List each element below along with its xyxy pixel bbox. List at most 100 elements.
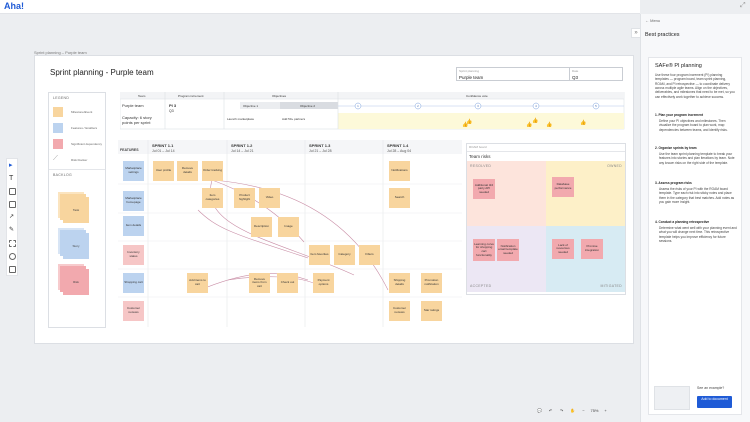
story-sticky[interactable]: Promotion notification bbox=[421, 273, 442, 293]
objective-1-text[interactable]: Launch marketplace bbox=[227, 117, 254, 121]
card-title: SAFe® PI planning bbox=[655, 63, 702, 69]
increment-header: Program increment bbox=[178, 94, 204, 98]
sprint-dates: Jul 21 – Jul 28 bbox=[309, 149, 332, 153]
date-field[interactable]: Date Q3 bbox=[569, 67, 623, 81]
undo-icon[interactable]: ↶ bbox=[545, 408, 556, 413]
menu-link[interactable]: ← Menu bbox=[645, 18, 660, 23]
sprint-name: SPRINT 1.1 bbox=[152, 143, 174, 148]
team-field[interactable]: Sprint planning Purple team bbox=[456, 67, 570, 81]
example-label: See an example? bbox=[697, 386, 725, 390]
menu-label: Menu bbox=[650, 18, 661, 23]
story-sticky[interactable]: Shipping details bbox=[389, 273, 410, 293]
story-sticky[interactable]: Item categories bbox=[202, 188, 223, 208]
quadrant-owned: OWNED bbox=[607, 164, 622, 168]
story-sticky[interactable]: Customer reviews bbox=[389, 301, 410, 321]
frame-icon[interactable] bbox=[9, 240, 16, 247]
story-sticky[interactable]: Image bbox=[278, 217, 299, 237]
quadrant-resolved: RESOLVED bbox=[470, 164, 492, 168]
add-to-document-button[interactable]: Add to document bbox=[697, 396, 732, 408]
sprint-name: SPRINT 1.3 bbox=[309, 143, 331, 148]
step-body: Define your PI objectives and milestones… bbox=[659, 119, 728, 132]
team-capacity[interactable]: Capacity: 6 story points per sprint bbox=[122, 115, 162, 125]
example-thumbnail[interactable] bbox=[654, 386, 690, 410]
story-sticky[interactable]: Description bbox=[251, 217, 272, 237]
template-card: SAFe® PI planning Use these four program… bbox=[648, 57, 742, 415]
quadrant-mitigated: MITIGATED bbox=[600, 284, 622, 288]
feature-sticky[interactable]: Inventory status bbox=[123, 245, 144, 265]
canvas-controls: 💬 ↶ ↷ ✋ − 75% + bbox=[534, 404, 628, 416]
step-title: 4. Conduct a planning retrospective bbox=[655, 220, 710, 224]
team-name[interactable]: Purple team bbox=[122, 103, 144, 108]
story-sticky[interactable]: Filters bbox=[359, 245, 380, 265]
page-title: Sprint planning - Purple team bbox=[50, 68, 154, 77]
roam-board[interactable]: ROAM board Team risks RESOLVED OWNED ACC… bbox=[466, 143, 626, 295]
sprint-header: SPRINT 1.3 Jul 21 – Jul 28 bbox=[307, 143, 383, 155]
backlog-task-stack[interactable]: Task bbox=[63, 197, 89, 223]
risk-sticky[interactable]: Lack of resources needed bbox=[552, 239, 574, 259]
select-icon[interactable]: ▸ bbox=[9, 162, 16, 169]
story-sticky[interactable]: Order tracking bbox=[202, 161, 223, 181]
step-title: 2. Organize sprints by team bbox=[655, 146, 697, 150]
story-sticky[interactable]: Video bbox=[259, 188, 280, 208]
story-sticky[interactable]: User profile bbox=[153, 161, 174, 181]
legend-item: Significant dependency bbox=[71, 142, 103, 146]
card-intro: Use these four program increment (PI) pl… bbox=[655, 73, 735, 99]
objective-2-text[interactable]: Add 50+ partners bbox=[282, 117, 305, 121]
text-icon[interactable]: T bbox=[9, 175, 16, 182]
feature-sticky[interactable]: Shopping cart bbox=[123, 273, 144, 293]
legend-item: Milestone/Event bbox=[71, 110, 93, 114]
story-sticky[interactable]: Payment options bbox=[313, 273, 334, 293]
redo-icon[interactable]: ↷ bbox=[556, 408, 567, 413]
feature-sticky[interactable]: Marketplace homepage bbox=[123, 191, 144, 211]
sticky-note-icon[interactable] bbox=[9, 201, 16, 208]
risk-sticky[interactable]: Learning curve for shopping cart functio… bbox=[473, 239, 495, 261]
panel-heading: Best practices bbox=[645, 32, 680, 38]
feature-sticky[interactable]: Item details bbox=[123, 216, 144, 236]
rectangle-icon[interactable] bbox=[9, 188, 16, 195]
legend-swatch-milestone bbox=[53, 107, 63, 117]
features-label: FEATURES bbox=[120, 148, 139, 152]
pi-label: PI 3 bbox=[169, 103, 177, 108]
story-sticky[interactable]: Search bbox=[389, 188, 410, 208]
aha-logo[interactable]: Aha! bbox=[4, 1, 24, 11]
story-sticky[interactable]: Star ratings bbox=[421, 301, 442, 321]
sprint-header: SPRINT 1.1 Jul 01 – Jul 14 bbox=[150, 143, 226, 155]
story-sticky[interactable]: Remove details bbox=[177, 161, 198, 181]
story-sticky[interactable]: Item favorites bbox=[309, 245, 330, 265]
hand-icon[interactable]: ✋ bbox=[567, 408, 578, 413]
image-icon[interactable] bbox=[9, 266, 16, 273]
story-sticky[interactable]: Check out bbox=[277, 273, 298, 293]
risk-sticky[interactable]: Additional 3rd party API needed bbox=[473, 179, 495, 199]
backlog-risk-stack[interactable]: Risk bbox=[63, 269, 89, 295]
drawing-toolbar: ▸ T ↗ ✎ bbox=[6, 158, 18, 276]
legend-item: Features / Enablers bbox=[71, 126, 98, 130]
team-header: Team bbox=[138, 94, 146, 98]
backlog-story-stack[interactable]: Story bbox=[63, 233, 89, 259]
pen-icon[interactable]: ✎ bbox=[9, 227, 16, 234]
story-sticky[interactable]: Product highlight bbox=[234, 188, 255, 208]
collapse-panel-icon[interactable]: » bbox=[631, 28, 641, 38]
risk-sticky[interactable]: Notification email template needed bbox=[497, 239, 519, 261]
sprint-dates: Jul 14 – Jul 21 bbox=[231, 149, 254, 153]
story-sticky[interactable]: Remove items from cart bbox=[249, 273, 270, 293]
expand-icon[interactable]: ⤢ bbox=[740, 2, 746, 10]
risk-sticky[interactable]: Database performance bbox=[552, 177, 574, 197]
roam-title[interactable]: Team risks bbox=[469, 154, 491, 159]
legend-swatch-feature bbox=[53, 123, 63, 133]
story-sticky[interactable]: Add items to cart bbox=[187, 273, 208, 293]
comment-icon[interactable]: 💬 bbox=[534, 408, 545, 413]
arrow-icon[interactable]: ↗ bbox=[9, 214, 16, 221]
legend-item: Risk blocker bbox=[71, 158, 88, 162]
sprint-name: SPRINT 1.4 bbox=[387, 143, 409, 148]
objective-1-header: Objective 1 bbox=[243, 104, 259, 108]
step-body: Determine what went well with your plann… bbox=[659, 226, 737, 243]
shape-icon[interactable] bbox=[9, 253, 16, 260]
zoom-in-icon[interactable]: + bbox=[600, 408, 611, 413]
story-sticky[interactable]: Notifications bbox=[389, 161, 410, 181]
feature-sticky[interactable]: Marketplace settings bbox=[123, 161, 144, 181]
risk-sticky[interactable]: Promise integration bbox=[581, 239, 603, 259]
zoom-out-icon[interactable]: − bbox=[578, 408, 589, 413]
story-sticky[interactable]: Category bbox=[334, 245, 355, 265]
feature-sticky[interactable]: Customer reviews bbox=[123, 301, 144, 321]
zoom-level[interactable]: 75% bbox=[589, 408, 600, 413]
